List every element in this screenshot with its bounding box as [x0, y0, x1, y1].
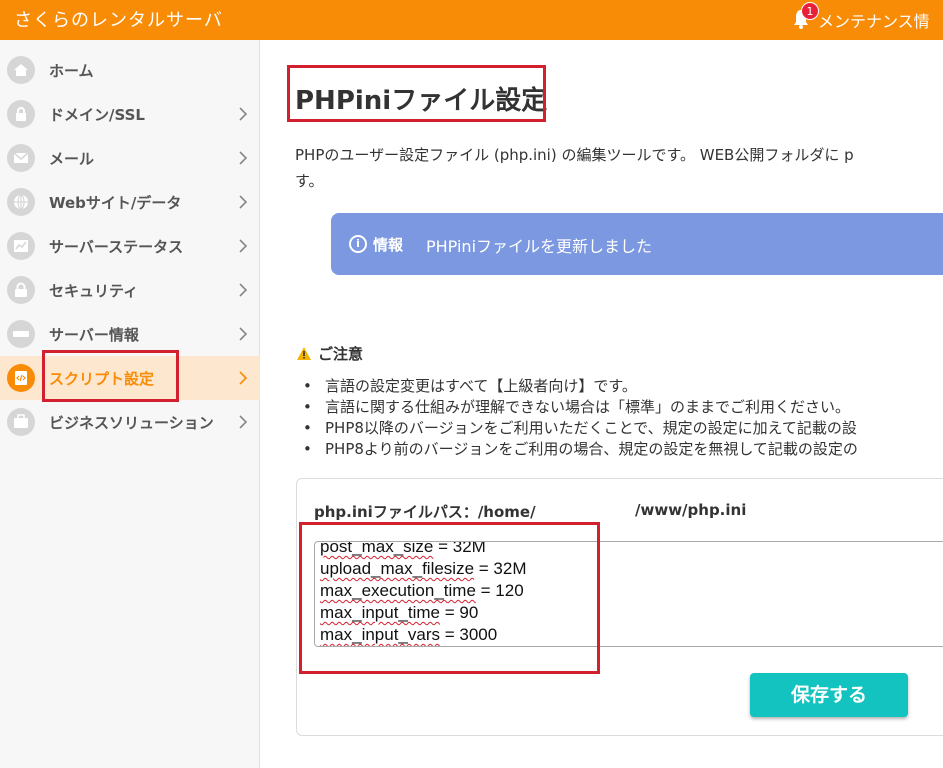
- list-item: PHP8以降のバージョンをご利用いただくことで、規定の設定に加えて記載の設: [300, 418, 943, 439]
- sidebar-item-website-data[interactable]: Webサイト/データ: [0, 180, 260, 224]
- chevron-right-icon: [239, 327, 248, 341]
- list-item: 言語に関する仕組みが理解できない場合は「標準」のままでご利用ください。: [300, 397, 943, 418]
- info-alert: i 情報 PHPiniファイルを更新しました: [331, 213, 943, 275]
- chevron-right-icon: [239, 239, 248, 253]
- warning-icon: [297, 347, 311, 360]
- intro-line: す。: [295, 172, 324, 190]
- sidebar-item-label: ホーム: [49, 62, 94, 80]
- sidebar-item-label: サーバーステータス: [49, 238, 184, 256]
- sidebar-item-home[interactable]: ホーム: [0, 48, 260, 92]
- file-path-tail: /www/php.ini: [635, 501, 747, 519]
- sidebar-item-mail[interactable]: メール: [0, 136, 260, 180]
- caution-list: 言語の設定変更はすべて【上級者向け】です。 言語に関する仕組みが理解できない場合…: [300, 376, 943, 460]
- chart-icon: [7, 232, 35, 260]
- chevron-right-icon: [239, 283, 248, 297]
- sidebar-item-business-solution[interactable]: ビジネスソリューション: [0, 400, 260, 444]
- home-icon: [7, 56, 35, 84]
- notification-badge: 1: [801, 2, 819, 20]
- info-label: 情報: [373, 236, 404, 254]
- highlight-box-script-settings: [42, 350, 179, 402]
- sidebar-item-label: Webサイト/データ: [49, 194, 182, 212]
- intro-text: PHPのユーザー設定ファイル (php.ini) の編集ツールです。 WEB公開…: [295, 142, 943, 194]
- save-button[interactable]: 保存する: [750, 673, 908, 717]
- sidebar-item-label: ビジネスソリューション: [49, 414, 214, 432]
- highlight-box-title: [287, 65, 546, 122]
- code-icon: [7, 364, 35, 392]
- sidebar-item-label: ドメイン/SSL: [49, 106, 145, 124]
- maintenance-info-link[interactable]: メンテナンス情: [818, 8, 943, 32]
- top-header: さくらのレンタルサーバ 1 メンテナンス情: [0, 0, 943, 40]
- mail-icon: [7, 144, 35, 172]
- list-item: PHP8より前のバージョンをご利用の場合、規定の設定を無視して記載の設定の: [300, 439, 943, 460]
- chevron-right-icon: [239, 151, 248, 165]
- caution-title: ご注意: [318, 345, 364, 363]
- chevron-right-icon: [239, 107, 248, 121]
- chevron-right-icon: [239, 415, 248, 429]
- brand-logo-text[interactable]: さくらのレンタルサーバ: [14, 6, 223, 32]
- server-icon: [7, 320, 35, 348]
- globe-icon: [7, 188, 35, 216]
- chevron-right-icon: [239, 195, 248, 209]
- sidebar-item-label: セキュリティ: [49, 282, 139, 300]
- info-message: PHPiniファイルを更新しました: [426, 237, 653, 256]
- list-item: 言語の設定変更はすべて【上級者向け】です。: [300, 376, 943, 397]
- info-icon: i: [349, 235, 367, 253]
- highlight-box-editor: [299, 522, 600, 674]
- file-path-label: php.iniファイルパス：/home/: [314, 503, 536, 521]
- sidebar-item-server-status[interactable]: サーバーステータス: [0, 224, 260, 268]
- sidebar-item-label: サーバー情報: [49, 326, 139, 344]
- sidebar-item-label: メール: [49, 150, 95, 168]
- sidebar-item-domain-ssl[interactable]: ドメイン/SSL: [0, 92, 260, 136]
- intro-line: PHPのユーザー設定ファイル (php.ini) の編集ツールです。 WEB公開…: [295, 146, 854, 164]
- briefcase-icon: [7, 408, 35, 436]
- chevron-right-icon: [239, 371, 248, 385]
- lock-icon: [7, 100, 35, 128]
- padlock-icon: [7, 276, 35, 304]
- sidebar-item-security[interactable]: セキュリティ: [0, 268, 260, 312]
